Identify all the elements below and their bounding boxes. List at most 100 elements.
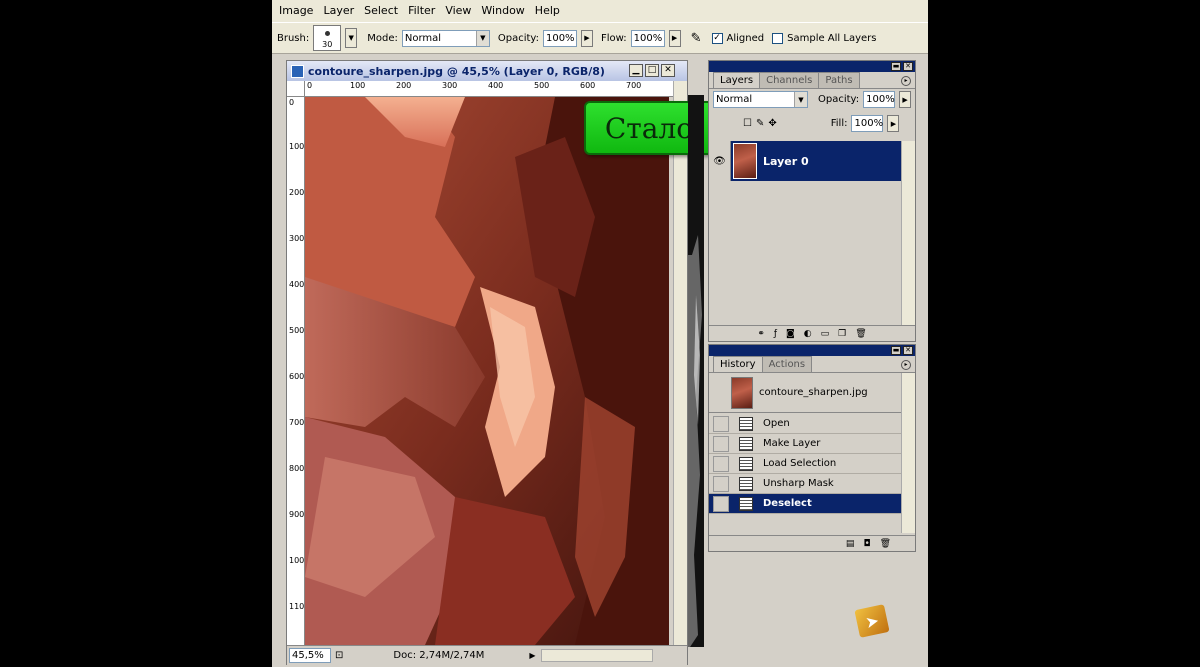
aligned-label: Aligned bbox=[726, 32, 765, 44]
aligned-checkbox[interactable]: ✓ bbox=[711, 32, 723, 44]
history-brush-source[interactable] bbox=[713, 495, 729, 512]
lock-label: Lock: bbox=[713, 118, 739, 129]
history-item-label: Unsharp Mask bbox=[763, 478, 834, 489]
fill-input[interactable]: 100% bbox=[851, 115, 884, 132]
layer-opacity-input[interactable]: 100% bbox=[863, 91, 896, 108]
ruler-origin[interactable] bbox=[287, 81, 305, 97]
history-brush-source[interactable] bbox=[713, 455, 729, 472]
history-item-make-layer[interactable]: Make Layer bbox=[709, 434, 901, 454]
maximize-button[interactable]: □ bbox=[645, 64, 659, 77]
history-brush-source[interactable] bbox=[713, 475, 729, 492]
tab-channels[interactable]: Channels bbox=[759, 72, 820, 88]
snapshot-thumbnail bbox=[731, 376, 753, 409]
menu-help[interactable]: Help bbox=[530, 0, 565, 22]
airbrush-icon[interactable]: ✎ bbox=[691, 31, 702, 46]
panel-titlebar[interactable]: ▬ ✕ bbox=[709, 61, 915, 72]
layers-scrollbar[interactable] bbox=[901, 141, 915, 325]
brush-tip-icon bbox=[325, 31, 331, 36]
document-vertical-scrollbar[interactable] bbox=[673, 81, 687, 647]
adjustment-layer-icon[interactable]: ◐ bbox=[804, 329, 812, 339]
layer-mask-icon[interactable]: ◙ bbox=[786, 329, 795, 339]
flow-input[interactable]: 100% bbox=[630, 29, 665, 47]
new-group-icon[interactable]: ▭ bbox=[821, 329, 830, 339]
window-controls: ▁ □ ✕ bbox=[629, 64, 675, 77]
history-brush-source[interactable] bbox=[713, 415, 729, 432]
panel-menu-icon[interactable]: ▸ bbox=[901, 360, 911, 370]
document-horizontal-scrollbar[interactable] bbox=[541, 649, 654, 662]
flow-slider-button[interactable]: ▶ bbox=[668, 29, 681, 47]
mode-select[interactable]: Normal ▼ bbox=[401, 29, 490, 47]
zoom-level-input[interactable]: 45,5% bbox=[289, 648, 331, 663]
close-button[interactable]: ✕ bbox=[661, 64, 675, 77]
history-brush-source[interactable] bbox=[713, 435, 729, 452]
new-snapshot-icon[interactable]: ◘ bbox=[863, 539, 870, 549]
trash-icon[interactable]: 🗑 bbox=[855, 329, 866, 339]
vertical-ruler[interactable]: 0 100 200 300 400 500 600 700 800 900 10… bbox=[287, 97, 305, 645]
minimize-button[interactable]: ▁ bbox=[629, 64, 643, 77]
menu-filter[interactable]: Filter bbox=[403, 0, 440, 22]
history-item-deselect[interactable]: Deselect bbox=[709, 494, 901, 514]
tab-layers[interactable]: Layers bbox=[713, 72, 761, 88]
panel-minimize-button[interactable]: ▬ bbox=[891, 62, 901, 71]
options-bar: Brush: 30 ▼ Mode: Normal ▼ Opacity: 100%… bbox=[272, 22, 928, 54]
layer-style-icon[interactable]: ƒ bbox=[774, 329, 777, 339]
opacity-label: Opacity: bbox=[497, 32, 539, 44]
canyon-photo bbox=[305, 97, 669, 645]
photoshop-doc-icon bbox=[291, 64, 304, 78]
tab-paths[interactable]: Paths bbox=[818, 72, 860, 88]
history-state-icon bbox=[739, 416, 753, 431]
panel-titlebar[interactable]: ▬ ✕ bbox=[709, 345, 915, 356]
history-item-load-selection[interactable]: Load Selection bbox=[709, 454, 901, 474]
history-snapshot[interactable]: contoure_sharpen.jpg bbox=[709, 373, 901, 413]
lock-transparency-icon[interactable]: ☐ bbox=[743, 118, 752, 129]
trash-icon[interactable]: 🗑 bbox=[880, 539, 891, 549]
tab-actions[interactable]: Actions bbox=[761, 356, 813, 372]
sample-all-layers-checkbox[interactable] bbox=[772, 32, 784, 44]
status-menu-arrow-icon[interactable]: ▶ bbox=[527, 649, 537, 662]
mode-value: Normal bbox=[404, 32, 442, 44]
ruler-tick: 200 bbox=[396, 81, 412, 90]
new-document-from-state-icon[interactable]: ▤ bbox=[846, 539, 855, 549]
menu-layer[interactable]: Layer bbox=[318, 0, 359, 22]
new-layer-icon[interactable]: ❐ bbox=[838, 329, 846, 339]
panel-minimize-button[interactable]: ▬ bbox=[891, 346, 901, 355]
menu-view[interactable]: View bbox=[440, 0, 476, 22]
horizontal-ruler[interactable]: 0 100 200 300 400 500 600 700 bbox=[305, 81, 673, 97]
lock-position-icon[interactable]: ✥ bbox=[768, 118, 776, 129]
brush-dropdown-button[interactable]: ▼ bbox=[345, 28, 358, 48]
panel-close-button[interactable]: ✕ bbox=[903, 62, 913, 71]
fill-slider-button[interactable]: ▶ bbox=[887, 115, 900, 132]
link-layers-icon[interactable]: ⚭ bbox=[757, 329, 765, 339]
history-item-unsharp-mask[interactable]: Unsharp Mask bbox=[709, 474, 901, 494]
ruler-tick: 400 bbox=[289, 280, 305, 289]
ruler-tick: 100 bbox=[289, 142, 305, 151]
document-titlebar[interactable]: contoure_sharpen.jpg @ 45,5% (Layer 0, R… bbox=[287, 61, 687, 81]
opacity-slider-button[interactable]: ▶ bbox=[580, 29, 593, 47]
history-scrollbar[interactable] bbox=[901, 373, 915, 533]
ruler-tick: 400 bbox=[488, 81, 504, 90]
layer-row[interactable]: 👁 Layer 0 bbox=[709, 141, 901, 181]
tab-history[interactable]: History bbox=[713, 356, 763, 372]
document-size-status: Doc: 2,74M/2,74M bbox=[393, 650, 485, 661]
opacity-input[interactable]: 100% bbox=[542, 29, 577, 47]
layer-opacity-slider-button[interactable]: ▶ bbox=[899, 91, 911, 108]
flow-label: Flow: bbox=[600, 32, 627, 44]
menu-window[interactable]: Window bbox=[476, 0, 529, 22]
brush-preset-picker[interactable]: 30 bbox=[313, 25, 342, 51]
history-panel: ▬ ✕ History Actions ▸ contoure_sharpen.j… bbox=[708, 344, 916, 552]
history-item-label: Load Selection bbox=[763, 458, 837, 469]
menu-select[interactable]: Select bbox=[359, 0, 403, 22]
menu-image[interactable]: Image bbox=[274, 0, 318, 22]
ruler-tick: 0 bbox=[307, 81, 313, 90]
chevron-down-icon: ▼ bbox=[794, 92, 807, 107]
status-info-icon[interactable]: ⊡ bbox=[335, 650, 343, 661]
lock-image-icon[interactable]: ✎ bbox=[756, 118, 764, 129]
blend-mode-select[interactable]: Normal ▼ bbox=[713, 91, 808, 108]
image-canvas[interactable] bbox=[305, 97, 669, 645]
ruler-tick: 0 bbox=[289, 98, 295, 107]
layer-name: Layer 0 bbox=[763, 154, 809, 168]
history-item-open[interactable]: Open bbox=[709, 414, 901, 434]
panel-menu-icon[interactable]: ▸ bbox=[901, 76, 911, 86]
eye-icon[interactable]: 👁 bbox=[709, 141, 731, 181]
panel-close-button[interactable]: ✕ bbox=[903, 346, 913, 355]
